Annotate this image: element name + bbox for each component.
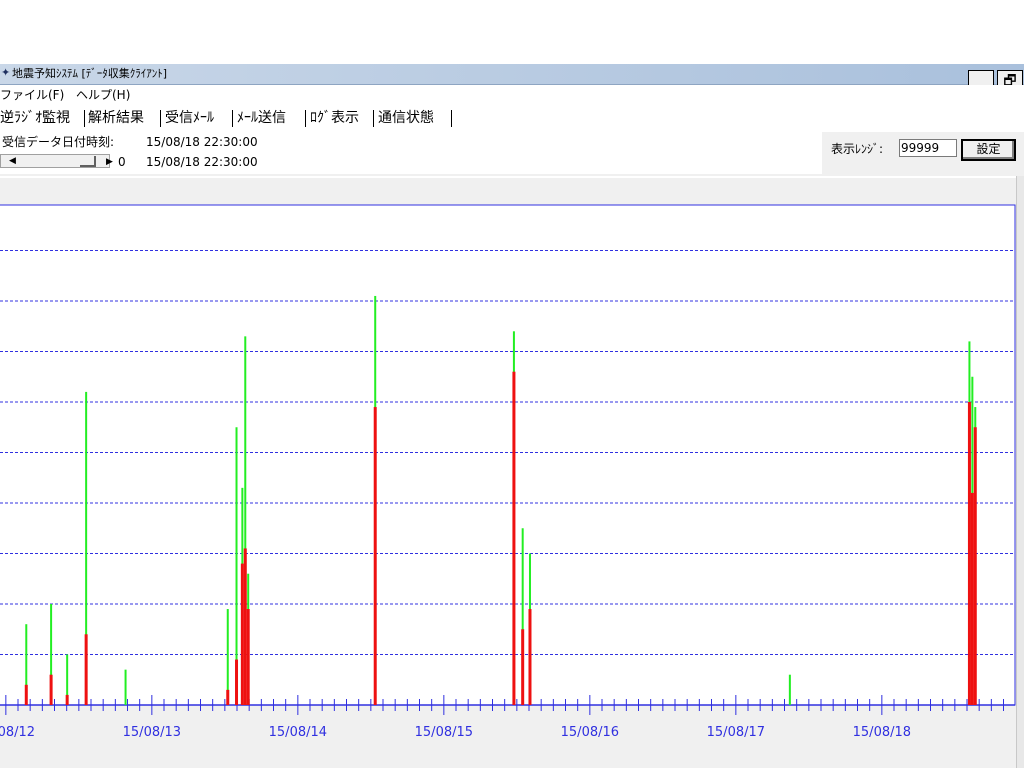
x-tick-label: 15/08/15: [415, 725, 473, 740]
tab-divider: [451, 110, 452, 127]
x-tick-label: 15/08/12: [0, 725, 35, 740]
tab-divider: [373, 110, 374, 127]
tab-bar: 逆ﾗｼﾞｵ監視 解析結果 受信ﾒｰﾙ ﾒｰﾙ送信 ﾛｸﾞ表示 通信状態: [0, 106, 1024, 130]
tab-divider: [232, 110, 233, 127]
range-label: 表示ﾚﾝｼﾞ:: [831, 142, 884, 156]
red-series-bar: [970, 492, 974, 705]
arrow-left-icon[interactable]: ◀: [9, 155, 16, 167]
x-tick-label: 15/08/14: [269, 725, 327, 740]
green-series-bar: [124, 669, 127, 705]
red-series-bar: [528, 609, 532, 705]
red-series-bar: [246, 609, 250, 705]
app-window: ✦ 地震予知ｼｽﾃﾑ [ﾃﾞｰﾀ収集ｸﾗｲｱﾝﾄ] _ 🗗 ファイル(F) ヘル…: [0, 64, 1024, 768]
range-input[interactable]: [899, 139, 957, 157]
red-series-bar: [49, 674, 53, 705]
slider-value: 0: [118, 155, 126, 169]
tab-radio-monitor[interactable]: 逆ﾗｼﾞｵ監視: [0, 109, 70, 127]
red-series-bar: [521, 629, 525, 705]
red-series-bar: [65, 694, 69, 705]
tab-analysis[interactable]: 解析結果: [88, 109, 144, 127]
info-box: 受信データ日付時刻: 15/08/18 22:30:00 ◀ ▶ 0 15/08…: [0, 132, 822, 174]
x-tick-label: 15/08/13: [123, 725, 181, 740]
red-series-bar: [243, 548, 247, 705]
slider-arrow-right-icon: ▶: [106, 157, 113, 167]
time-slider[interactable]: ◀: [0, 154, 110, 168]
tab-divider: [160, 110, 161, 127]
red-series-bar: [240, 563, 244, 705]
x-tick-label: 15/08/16: [561, 725, 619, 740]
info-panel: 受信データ日付時刻: 15/08/18 22:30:00 ◀ ▶ 0 15/08…: [0, 132, 1024, 176]
tab-comm-status[interactable]: 通信状態: [378, 109, 434, 127]
slider-thumb[interactable]: [80, 156, 96, 167]
plot-area: [0, 204, 1016, 706]
tab-divider: [305, 110, 306, 127]
red-series-bar: [373, 407, 377, 705]
red-series-bar: [235, 659, 239, 705]
x-tick-label: 15/08/18: [853, 725, 911, 740]
title-bar: ✦ 地震予知ｼｽﾃﾑ [ﾃﾞｰﾀ収集ｸﾗｲｱﾝﾄ] _ 🗗: [0, 64, 1024, 94]
tab-received-mail[interactable]: 受信ﾒｰﾙ: [165, 109, 214, 127]
received-time: 15/08/18 22:30:00: [146, 135, 258, 149]
menu-file[interactable]: ファイル(F): [0, 87, 64, 103]
menu-bar: ファイル(F) ヘルプ(H): [0, 85, 1024, 105]
red-series-bar: [512, 371, 516, 705]
tab-log[interactable]: ﾛｸﾞ表示: [310, 109, 359, 127]
green-series-bar: [788, 674, 791, 705]
menu-help[interactable]: ヘルプ(H): [76, 87, 130, 103]
red-series-bar: [84, 634, 88, 705]
tab-send-mail[interactable]: ﾒｰﾙ送信: [237, 109, 286, 127]
red-series-bar: [226, 689, 230, 705]
red-series-bar: [967, 402, 971, 705]
app-icon: ✦: [1, 66, 11, 79]
signal-chart: 15/08/12 15/08/13 15/08/14 15/08/15 15/08/16…: [0, 204, 1016, 740]
red-series-bar: [24, 684, 28, 705]
tab-divider: [84, 110, 85, 127]
x-tick-label: 15/08/17: [707, 725, 765, 740]
window-title: 地震予知ｼｽﾃﾑ [ﾃﾞｰﾀ収集ｸﾗｲｱﾝﾄ]: [12, 67, 168, 80]
slider-time: 15/08/18 22:30:00: [146, 155, 258, 169]
received-label: 受信データ日付時刻:: [2, 135, 115, 149]
set-button[interactable]: 設定: [961, 139, 1016, 161]
red-series-bar: [973, 427, 977, 705]
